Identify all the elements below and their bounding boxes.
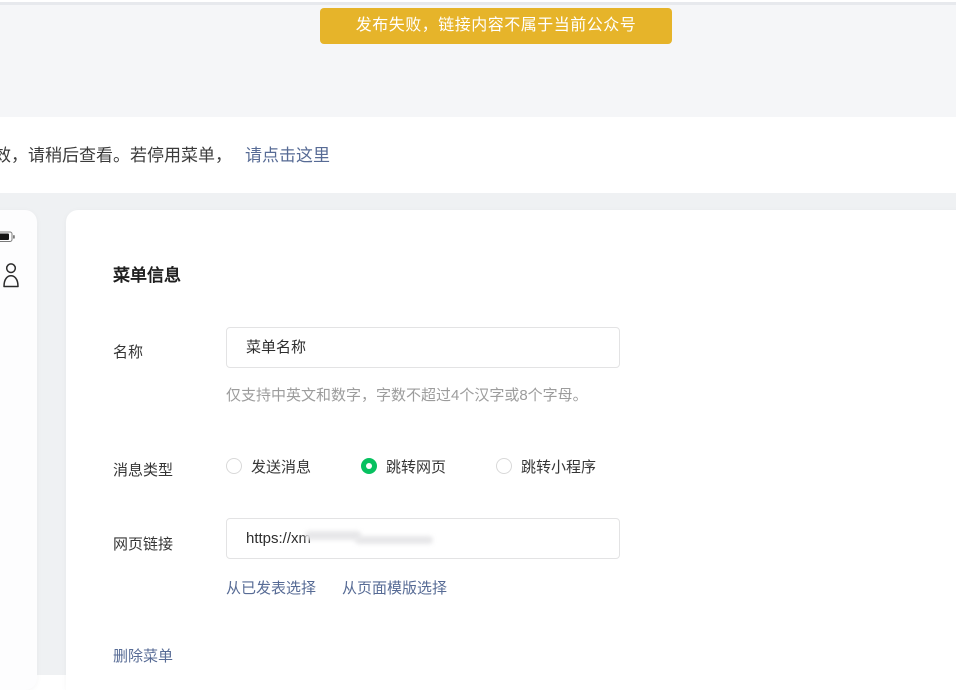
redacted-url-smudge: [355, 536, 433, 544]
radio-unchecked-icon[interactable]: [226, 458, 242, 474]
message-type-radio-group: 发送消息 跳转网页 跳转小程序: [226, 450, 596, 482]
url-label: 网页链接: [113, 533, 173, 554]
panel-title: 菜单信息: [113, 261, 181, 286]
url-source-links: 从已发表选择 从页面模版选择: [226, 577, 447, 598]
url-input[interactable]: https://xm: [226, 518, 620, 559]
name-helper-text: 仅支持中英文和数字，字数不超过4个汉字或8个字母。: [226, 384, 588, 405]
notice-bar: 效，请稍后查看。若停用菜单， 请点击这里: [0, 117, 956, 193]
radio-send-message[interactable]: 发送消息: [226, 456, 311, 477]
name-label: 名称: [113, 341, 143, 362]
radio-label: 发送消息: [251, 456, 311, 477]
notice-text: 效，请稍后查看。若停用菜单，: [0, 146, 232, 165]
menu-info-panel: 菜单信息 名称 菜单名称 仅支持中英文和数字，字数不超过4个汉字或8个字母。 消…: [66, 210, 956, 690]
battery-icon: [0, 230, 15, 248]
delete-menu-link[interactable]: 删除菜单: [113, 645, 173, 666]
radio-label: 跳转网页: [386, 456, 446, 477]
workspace: 菜单信息 名称 菜单名称 仅支持中英文和数字，字数不超过4个汉字或8个字母。 消…: [0, 193, 956, 675]
error-toast: 发布失败，链接内容不属于当前公众号: [320, 8, 672, 44]
radio-jump-miniprogram[interactable]: 跳转小程序: [496, 456, 596, 477]
redacted-url-smudge: [305, 531, 361, 540]
radio-unchecked-icon[interactable]: [496, 458, 512, 474]
radio-label: 跳转小程序: [521, 456, 596, 477]
menu-name-input[interactable]: 菜单名称: [226, 327, 620, 368]
person-icon[interactable]: [2, 262, 20, 295]
url-value: https://xm: [246, 530, 311, 547]
radio-checked-icon[interactable]: [361, 458, 377, 474]
select-from-published-link[interactable]: 从已发表选择: [226, 577, 316, 598]
phone-preview-panel: [0, 210, 37, 690]
disable-menu-link[interactable]: 请点击这里: [245, 146, 330, 165]
radio-jump-webpage[interactable]: 跳转网页: [361, 456, 446, 477]
message-type-label: 消息类型: [113, 459, 173, 480]
select-from-template-link[interactable]: 从页面模版选择: [342, 577, 447, 598]
